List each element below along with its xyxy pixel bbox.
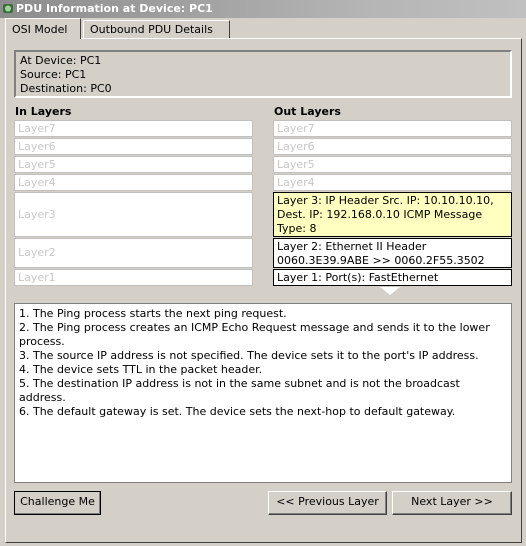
previous-layer-button[interactable]: << Previous Layer bbox=[268, 491, 387, 515]
out-layer-5[interactable]: Layer5 bbox=[273, 156, 512, 173]
destination-label: Destination: PC0 bbox=[20, 82, 112, 95]
app-icon bbox=[2, 2, 14, 15]
tab-outbound-pdu-details[interactable]: Outbound PDU Details bbox=[83, 20, 230, 38]
step-item: 5. The destination IP address is not in … bbox=[19, 377, 460, 404]
source-label: Source: PC1 bbox=[20, 68, 87, 81]
step-item: 4. The device sets TTL in the packet hea… bbox=[19, 363, 263, 376]
step-item: 6. The default gateway is set. The devic… bbox=[19, 405, 456, 418]
selected-layer-pointer bbox=[380, 287, 400, 295]
step-item: 1. The Ping process starts the next ping… bbox=[19, 307, 287, 320]
next-layer-button[interactable]: Next Layer >> bbox=[392, 491, 512, 515]
in-layers-header: In Layers bbox=[15, 105, 72, 118]
tab-osi-model[interactable]: OSI Model bbox=[5, 18, 81, 39]
out-layers-header: Out Layers bbox=[274, 105, 341, 118]
out-layer-2[interactable]: Layer 2: Ethernet II Header 0060.3E39.9A… bbox=[273, 238, 512, 268]
out-layer-3[interactable]: Layer 3: IP Header Src. IP: 10.10.10.10,… bbox=[273, 192, 512, 237]
title-bar[interactable]: PDU Information at Device: PC1 bbox=[0, 0, 526, 18]
step-item: 2. The Ping process creates an ICMP Echo… bbox=[19, 321, 490, 348]
in-layer-6[interactable]: Layer6 bbox=[14, 138, 253, 155]
in-layer-7[interactable]: Layer7 bbox=[14, 120, 253, 137]
out-layer-7[interactable]: Layer7 bbox=[273, 120, 512, 137]
window-title: PDU Information at Device: PC1 bbox=[16, 2, 213, 15]
device-info-box: At Device: PC1 Source: PC1 Destination: … bbox=[14, 50, 512, 98]
step-item: 3. The source IP address is not specifie… bbox=[19, 349, 479, 362]
device-label: At Device: PC1 bbox=[20, 54, 102, 67]
in-layer-2[interactable]: Layer2 bbox=[14, 238, 253, 268]
layer-description-box[interactable]: 1. The Ping process starts the next ping… bbox=[14, 303, 512, 483]
out-layer-6[interactable]: Layer6 bbox=[273, 138, 512, 155]
out-layer-1[interactable]: Layer 1: Port(s): FastEthernet bbox=[273, 269, 512, 286]
in-layer-3[interactable]: Layer3 bbox=[14, 192, 253, 237]
in-layer-4[interactable]: Layer4 bbox=[14, 174, 253, 191]
challenge-me-button[interactable]: Challenge Me bbox=[14, 491, 101, 515]
in-layer-5[interactable]: Layer5 bbox=[14, 156, 253, 173]
out-layer-4[interactable]: Layer4 bbox=[273, 174, 512, 191]
in-layer-1[interactable]: Layer1 bbox=[14, 269, 253, 286]
